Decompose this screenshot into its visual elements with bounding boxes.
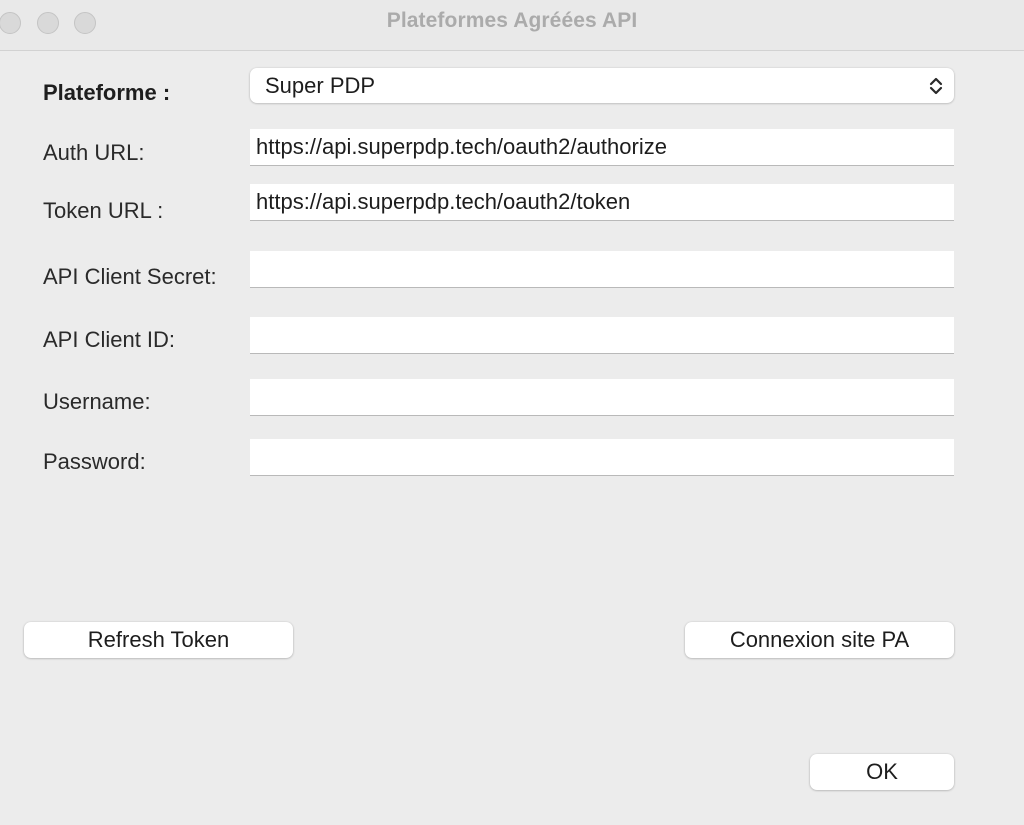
password-input[interactable] bbox=[250, 439, 954, 476]
username-label: Username: bbox=[43, 389, 151, 414]
auth-url-label: Auth URL: bbox=[43, 140, 145, 165]
client-id-label: API Client ID: bbox=[43, 327, 176, 352]
dialog-window: Plateformes Agréées API Plateforme : Sup… bbox=[0, 0, 1024, 825]
client-id-input[interactable] bbox=[250, 317, 954, 354]
auth-url-input[interactable] bbox=[250, 129, 954, 166]
token-url-input[interactable] bbox=[250, 184, 954, 221]
client-secret-input[interactable] bbox=[250, 251, 954, 288]
password-label: Password: bbox=[43, 449, 146, 474]
platform-label: Plateforme : bbox=[43, 80, 171, 105]
platform-select[interactable]: Super PDP bbox=[250, 68, 954, 103]
connexion-site-button[interactable]: Connexion site PA bbox=[685, 622, 954, 658]
ok-button[interactable]: OK bbox=[810, 754, 954, 790]
title-bar[interactable]: Plateformes Agréées API bbox=[0, 0, 1024, 51]
token-url-label: Token URL : bbox=[43, 198, 164, 223]
window-title: Plateformes Agréées API bbox=[386, 9, 638, 32]
chevron-up-down-icon bbox=[929, 77, 943, 95]
username-input[interactable] bbox=[250, 379, 954, 416]
platform-select-value: Super PDP bbox=[265, 73, 376, 98]
client-secret-label: API Client Secret: bbox=[43, 264, 217, 289]
refresh-token-button[interactable]: Refresh Token bbox=[24, 622, 293, 658]
